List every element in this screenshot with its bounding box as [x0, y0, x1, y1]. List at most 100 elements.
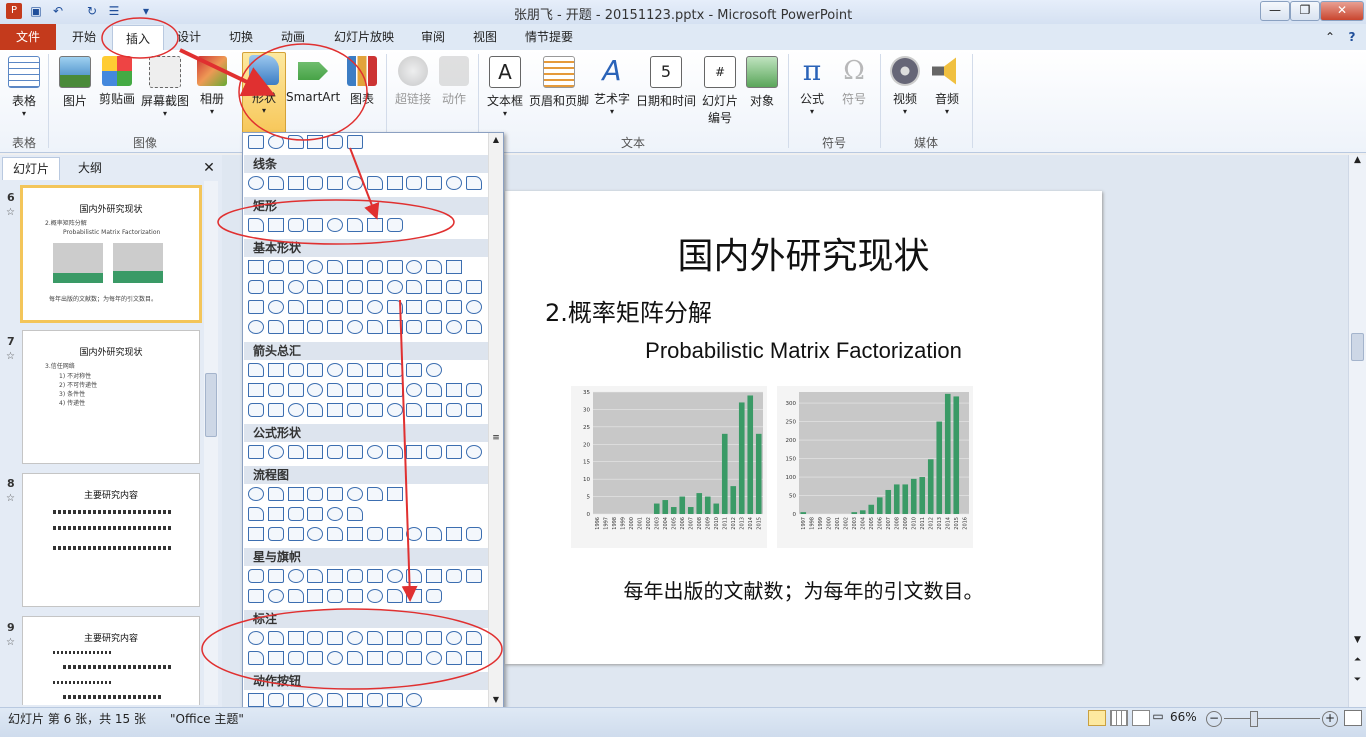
shape-option-icon[interactable]: [267, 403, 284, 417]
shape-option-icon[interactable]: [307, 218, 324, 232]
shape-option-icon[interactable]: [248, 260, 264, 274]
shape-option-icon[interactable]: [307, 320, 324, 334]
shape-option-icon[interactable]: [327, 631, 344, 645]
shape-option-icon[interactable]: [366, 445, 383, 459]
minimize-button[interactable]: —: [1260, 1, 1290, 21]
gallery-scroll-grip-icon[interactable]: ≡: [491, 433, 501, 447]
shape-option-icon[interactable]: [267, 487, 284, 501]
shape-option-icon[interactable]: [406, 280, 423, 294]
shape-option-icon[interactable]: [248, 403, 264, 417]
shape-option-icon[interactable]: [406, 445, 423, 459]
tab-slideshow[interactable]: 幻灯片放映: [326, 24, 402, 50]
shape-option-icon[interactable]: [287, 487, 304, 501]
tab-storyboarding[interactable]: 情节提要: [516, 24, 582, 50]
shape-option-icon[interactable]: [248, 280, 264, 294]
shape-option-icon[interactable]: [346, 383, 363, 397]
album-button[interactable]: 相册 ▾: [194, 54, 230, 116]
tab-outline[interactable]: 大纲: [62, 157, 118, 179]
shape-option-icon[interactable]: [307, 260, 324, 274]
shape-option-icon[interactable]: [366, 693, 383, 707]
shape-option-icon[interactable]: [248, 569, 264, 583]
shape-option-icon[interactable]: [426, 445, 443, 459]
screenshot-button[interactable]: 屏幕截图 ▾: [140, 54, 190, 118]
shape-option-icon[interactable]: [386, 487, 403, 501]
shape-option-icon[interactable]: [366, 589, 383, 603]
shape-option-icon[interactable]: [346, 403, 363, 417]
shape-option-icon[interactable]: [366, 631, 383, 645]
shape-option-icon[interactable]: [307, 135, 324, 149]
slide-title[interactable]: 国内外研究现状: [505, 227, 1102, 279]
shape-option-icon[interactable]: [327, 280, 344, 294]
shape-option-icon[interactable]: [248, 487, 264, 501]
zoom-slider[interactable]: [1224, 718, 1320, 719]
shape-option-icon[interactable]: [307, 651, 324, 665]
shape-option-icon[interactable]: [346, 363, 363, 377]
tab-file[interactable]: 文件: [0, 24, 56, 50]
shape-option-icon[interactable]: [307, 507, 324, 521]
table-button[interactable]: 表格 ▾: [4, 54, 44, 118]
shape-option-icon[interactable]: [426, 176, 443, 190]
shape-option-icon[interactable]: [386, 693, 403, 707]
slide-subtitle[interactable]: 2.概率矩阵分解: [545, 293, 712, 328]
zoom-in-icon[interactable]: +: [1322, 711, 1338, 727]
shape-option-icon[interactable]: [287, 527, 304, 541]
shape-option-icon[interactable]: [307, 527, 324, 541]
zoom-out-icon[interactable]: −: [1206, 711, 1222, 727]
shape-option-icon[interactable]: [307, 176, 324, 190]
shape-option-icon[interactable]: [248, 631, 264, 645]
shape-option-icon[interactable]: [327, 693, 344, 707]
shape-option-icon[interactable]: [287, 176, 304, 190]
tab-transitions[interactable]: 切换: [218, 24, 264, 50]
shape-option-icon[interactable]: [327, 569, 344, 583]
scroll-down-icon[interactable]: ▼: [1349, 635, 1366, 649]
picture-button[interactable]: 图片: [56, 54, 94, 109]
shape-option-icon[interactable]: [366, 280, 383, 294]
shape-option-icon[interactable]: [327, 260, 344, 274]
shape-option-icon[interactable]: [406, 383, 423, 397]
slide-caption[interactable]: 每年出版的文献数；为每年的引文数目。: [505, 575, 1102, 604]
shape-option-icon[interactable]: [267, 135, 284, 149]
shape-option-icon[interactable]: [327, 651, 344, 665]
zoom-level[interactable]: 66%: [1170, 710, 1197, 724]
slide-thumbnail-7[interactable]: 国内外研究现状 3.信任网络 1) 不对称性 2) 不可传递性 3) 条件性 4…: [22, 330, 200, 464]
shape-option-icon[interactable]: [445, 320, 462, 334]
textbox-button[interactable]: A 文本框 ▾: [484, 54, 526, 118]
shape-option-icon[interactable]: [346, 507, 363, 521]
scroll-up-icon[interactable]: ▲: [1349, 155, 1366, 169]
shape-option-icon[interactable]: [346, 176, 363, 190]
shape-option-icon[interactable]: [327, 403, 344, 417]
slide-sorter-icon[interactable]: [1110, 710, 1128, 726]
shape-option-icon[interactable]: [287, 363, 304, 377]
shape-option-icon[interactable]: [426, 383, 443, 397]
shape-option-icon[interactable]: [465, 569, 482, 583]
shape-option-icon[interactable]: [248, 651, 264, 665]
header-footer-button[interactable]: 页眉和页脚: [528, 54, 590, 109]
shape-option-icon[interactable]: [465, 300, 482, 314]
restore-button[interactable]: ❐: [1290, 1, 1320, 21]
shape-option-icon[interactable]: [248, 176, 264, 190]
shape-option-icon[interactable]: [445, 527, 462, 541]
shape-option-icon[interactable]: [445, 569, 462, 583]
shape-option-icon[interactable]: [287, 320, 304, 334]
video-button[interactable]: 视频 ▾: [886, 54, 924, 116]
shape-option-icon[interactable]: [445, 300, 462, 314]
symbol-button[interactable]: Ω 符号: [836, 54, 872, 107]
shape-option-icon[interactable]: [386, 589, 403, 603]
shape-option-icon[interactable]: [386, 527, 403, 541]
shape-option-icon[interactable]: [307, 631, 324, 645]
shape-option-icon[interactable]: [287, 300, 304, 314]
shape-option-icon[interactable]: [346, 300, 363, 314]
slide-scroll-thumb[interactable]: [1351, 333, 1364, 361]
shape-option-icon[interactable]: [406, 320, 423, 334]
minimize-ribbon-icon[interactable]: ⌃: [1320, 24, 1340, 50]
shape-option-icon[interactable]: [426, 260, 443, 274]
shapes-button[interactable]: 形状 ▾: [242, 52, 286, 134]
slide-number-button[interactable]: # 幻灯片 编号: [700, 54, 740, 126]
gallery-scrollbar[interactable]: ▲ ≡ ▼: [488, 133, 503, 711]
tab-design[interactable]: 设计: [166, 24, 212, 50]
shape-option-icon[interactable]: [426, 589, 443, 603]
citation-chart-2[interactable]: 0501001502002503001997 1998 1999 2000 2001 20…: [777, 386, 973, 548]
shape-option-icon[interactable]: [426, 651, 443, 665]
shape-option-icon[interactable]: [386, 363, 403, 377]
datetime-button[interactable]: 5 日期和时间: [634, 54, 698, 109]
